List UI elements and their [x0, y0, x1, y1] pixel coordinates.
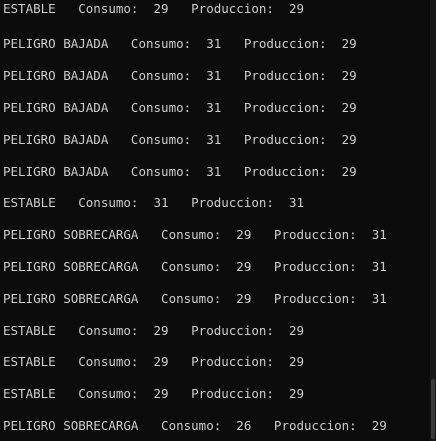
- console-line: PELIGRO BAJADA Consumo: 31 Produccion: 2…: [3, 100, 357, 115]
- scrollbar-thumb[interactable]: [431, 379, 435, 439]
- console-line: ESTABLE Consumo: 29 Produccion: 29: [3, 1, 305, 16]
- console-line: ESTABLE Consumo: 29 Produccion: 29: [3, 354, 305, 369]
- console-line: PELIGRO SOBRECARGA Consumo: 26 Produccio…: [3, 418, 387, 433]
- console-line: PELIGRO BAJADA Consumo: 31 Produccion: 2…: [3, 164, 357, 179]
- console-line: PELIGRO SOBRECARGA Consumo: 29 Produccio…: [3, 259, 387, 274]
- console-output: ESTABLE Consumo: 29 Produccion: 29 PELIG…: [0, 0, 430, 441]
- console-line: ESTABLE Consumo: 29 Produccion: 29: [3, 323, 305, 338]
- console-line: PELIGRO BAJADA Consumo: 31 Produccion: 2…: [3, 132, 357, 147]
- console-line: ESTABLE Consumo: 31 Produccion: 31: [3, 195, 305, 210]
- vertical-scrollbar[interactable]: [430, 0, 436, 441]
- console-line: PELIGRO SOBRECARGA Consumo: 29 Produccio…: [3, 291, 387, 306]
- console-line: PELIGRO BAJADA Consumo: 31 Produccion: 2…: [3, 36, 357, 51]
- console-line: ESTABLE Consumo: 29 Produccion: 29: [3, 386, 305, 401]
- console-line: PELIGRO BAJADA Consumo: 31 Produccion: 2…: [3, 68, 357, 83]
- console-line: PELIGRO SOBRECARGA Consumo: 29 Produccio…: [3, 227, 387, 242]
